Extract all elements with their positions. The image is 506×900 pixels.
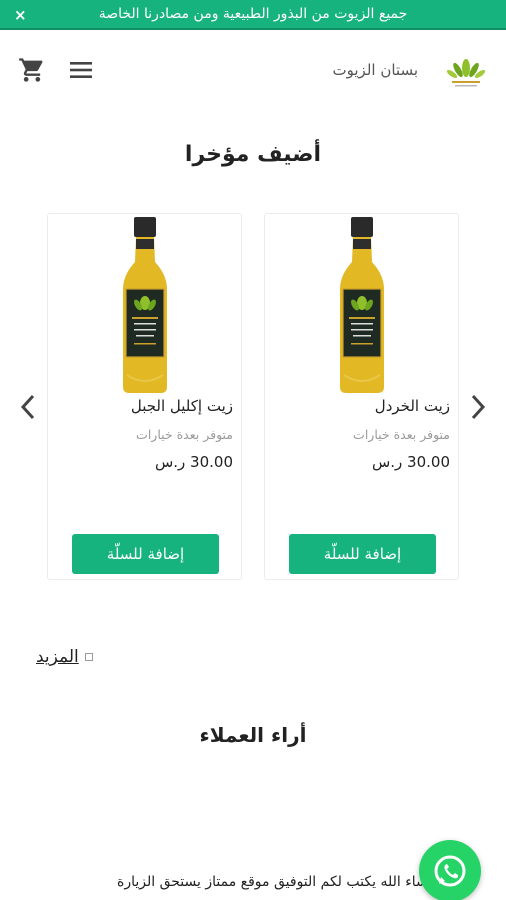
more-link[interactable]: المزيد [36,647,93,667]
product-card[interactable]: زيت الخردل متوفر بعدة خيارات 30.00 ر.س إ… [264,213,459,580]
more-link-label[interactable]: المزيد [36,647,79,667]
carousel-next-arrow-icon[interactable] [468,393,488,421]
more-link-icon [84,653,93,661]
product-price: 30.00 ر.س [154,453,233,471]
product-availability: متوفر بعدة خيارات [136,427,233,442]
carousel-prev-arrow-icon[interactable] [18,393,38,421]
site-header: بستان الزيوت [0,30,506,110]
oil-bottle-image[interactable] [322,217,402,395]
announcement-bar: × جميع الزيوت من البذور الطبيعية ومن مصا… [0,0,506,30]
recent-section-title: أضيف مؤخرا [184,142,322,167]
olive-plant-logo[interactable] [446,52,486,92]
product-name[interactable]: زيت الخردل [375,397,450,415]
reviews-section-title: أراء العملاء [199,723,307,747]
oil-bottle-image[interactable] [105,217,185,395]
product-card[interactable]: زيت إكليل الجبل متوفر بعدة خيارات 30.00 … [47,213,242,580]
product-name[interactable]: زيت إكليل الجبل [131,397,233,415]
store-name[interactable]: بستان الزيوت [333,61,419,79]
announcement-text: جميع الزيوت من البذور الطبيعية ومن مصادر… [98,6,408,22]
product-availability: متوفر بعدة خيارات [353,427,450,442]
add-to-cart-button[interactable]: إضافة للسلّة [289,534,436,574]
review-text: ما شاء الله يكتب لكم التوفيق موقع ممتاز … [117,874,444,890]
hamburger-menu-icon[interactable] [68,59,94,81]
whatsapp-icon [434,855,466,887]
product-price: 30.00 ر.س [371,453,450,471]
close-announcement-button[interactable]: × [14,6,27,24]
add-to-cart-button[interactable]: إضافة للسلّة [72,534,219,574]
shopping-cart-icon[interactable] [18,56,46,84]
whatsapp-chat-button[interactable] [419,840,481,900]
